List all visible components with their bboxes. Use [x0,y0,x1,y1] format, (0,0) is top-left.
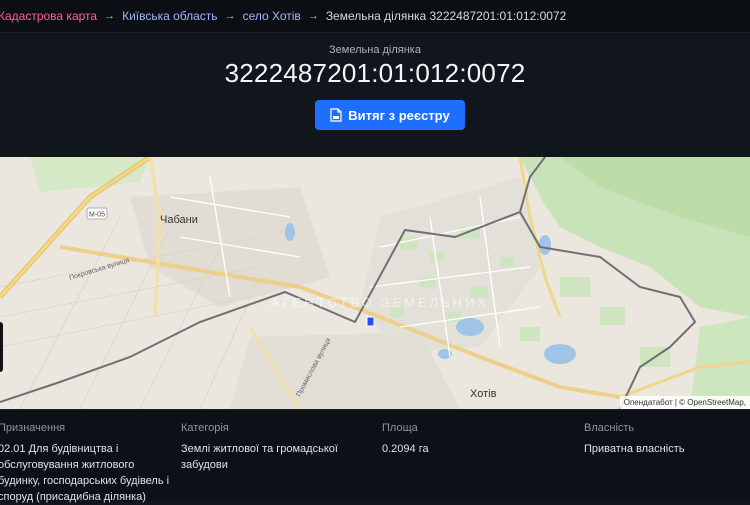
page-kicker: Земельна ділянка [329,44,421,56]
registry-extract-label: Витяг з реєстру [348,107,450,123]
breadcrumb-village[interactable]: село Хотів [243,9,301,23]
page-title: 3222487201:01:012:0072 [224,58,526,88]
cadastral-map[interactable]: М-05 Чабани Хотів Покровська вулиця Пром… [0,157,750,409]
breadcrumb-current: Земельна ділянка 3222487201:01:012:0072 [325,9,567,23]
ownership-label: Власність [584,422,635,434]
category-label: Категорія [181,422,229,434]
category-column: Категорія Землі житлової та громадської … [181,422,351,473]
area-label: Площа [382,422,418,434]
map-attribution: Опендатабот | © OpenStreetMap, [619,396,750,409]
purpose-value: 02.01 Для будівництва і обслуговування ж… [0,443,170,503]
breadcrumb-cadastral-map[interactable]: Кадастрова карта [0,9,97,23]
page-header: Земельна ділянка 3222487201:01:012:0072 … [0,33,750,157]
area-value: 0.2094 га [382,443,429,455]
purpose-label: Призначення [0,422,66,434]
pdf-document-icon [330,108,342,122]
arrow-right-icon: → [224,10,236,22]
map-canvas[interactable]: М-05 Чабани Хотів Покровська вулиця Пром… [0,157,750,409]
plot-info-panel: Призначення 02.01 Для будівництва і обсл… [0,409,750,503]
breadcrumb: Кадастрова карта → Київська область → се… [0,0,750,33]
land-plot-marker[interactable] [366,316,375,327]
road-label: М-05 [89,212,105,219]
breadcrumb-region[interactable]: Київська область [122,9,217,23]
ownership-value: Приватна власність [584,443,685,455]
area-column: Площа 0.2094 га [382,422,532,457]
purpose-column: Призначення 02.01 Для будівництва і обсл… [0,422,173,505]
map-side-handle[interactable] [0,322,3,372]
village-label-chabany: Чабани [160,214,198,226]
village-label-khotiv: Хотів [470,388,497,400]
registry-extract-button[interactable]: Витяг з реєстру [315,100,465,130]
category-value: Землі житлової та громадської забудови [181,443,338,471]
arrow-right-icon: → [307,10,319,22]
ownership-column: Власність Приватна власність [584,422,744,457]
map-watermark: АГЕНТСТВО ЗЕМЕЛЬНИХ [271,295,489,310]
arrow-right-icon: → [104,10,116,22]
